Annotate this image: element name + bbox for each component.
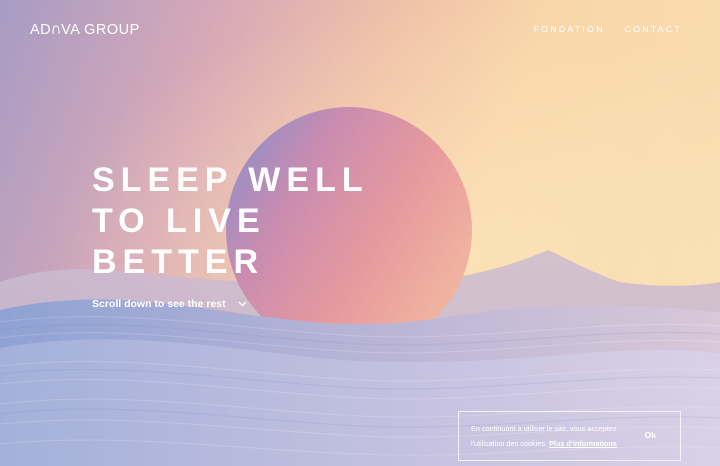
hero-headline: SLEEP WELL TO LIVE BETTER (92, 160, 369, 283)
cookie-ok-button[interactable]: Ok (645, 430, 656, 440)
chevron-down-icon (238, 301, 247, 307)
logo-mark-icon (52, 25, 60, 35)
top-navigation: FONDATION CONTACT (534, 24, 682, 34)
logo-text-start: AD (30, 22, 52, 38)
headline-line: TO LIVE (92, 202, 266, 240)
headline-line: SLEEP WELL (92, 161, 369, 199)
scroll-down-prompt[interactable]: Scroll down to see the rest (92, 298, 247, 310)
cookie-message: En continuant à utiliser le site, vous a… (471, 421, 631, 451)
cookie-banner: En continuant à utiliser le site, vous a… (458, 411, 681, 461)
headline-line: BETTER (92, 243, 264, 281)
brand-logo[interactable]: AD VA GROUP (30, 22, 140, 38)
logo-text-end: VA GROUP (61, 22, 140, 38)
hero-section: AD VA GROUP FONDATION CONTACT SLEEP WELL … (0, 0, 720, 466)
nav-item-fondation[interactable]: FONDATION (534, 24, 605, 34)
cookie-more-info-link[interactable]: Plus d'informations (549, 439, 617, 448)
scroll-down-label: Scroll down to see the rest (92, 298, 226, 310)
nav-item-contact[interactable]: CONTACT (625, 24, 682, 34)
